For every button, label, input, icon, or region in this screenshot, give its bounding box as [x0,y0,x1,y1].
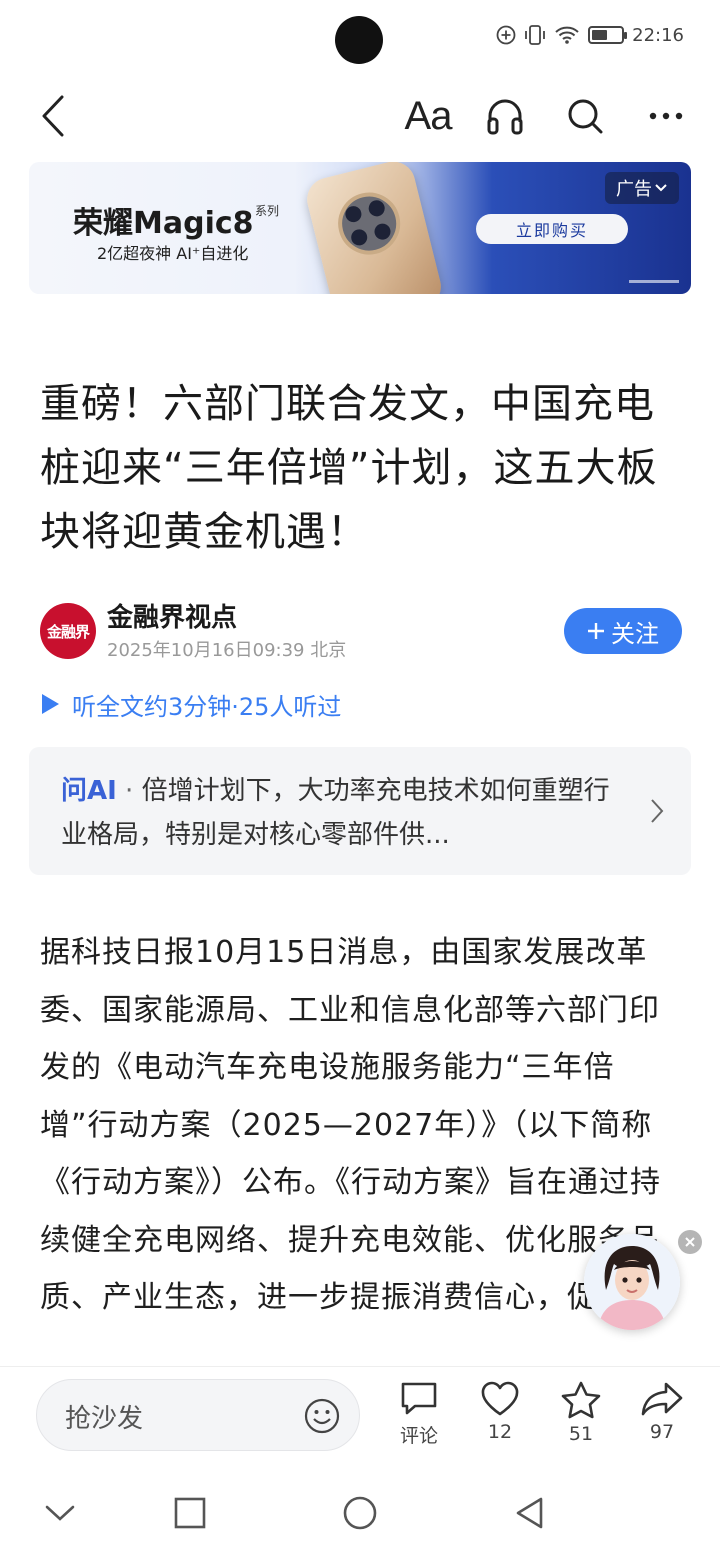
chevron-down-icon [655,184,667,192]
add-circle-icon [496,25,516,45]
bottom-action-bar: 抢沙发 评论 12 51 97 [0,1366,720,1466]
ai-assistant-avatar[interactable] [584,1234,680,1330]
ad-label[interactable]: 广告 [605,172,679,204]
listen-button[interactable] [482,80,528,152]
assistant-avatar-icon [584,1234,680,1330]
share-icon [641,1382,683,1416]
circle-icon [343,1496,377,1530]
follow-button[interactable]: 关注 [564,608,682,654]
ad-slogan: 2亿超夜神 AI⁺自进化 [97,244,249,263]
assistant-close-button[interactable] [678,1230,702,1254]
ask-ai-question: 倍增计划下，大功率充电技术如何重塑行业格局，特别是对核心零部件供... [61,776,610,850]
triangle-back-icon [516,1497,543,1529]
font-size-icon: Aa [404,93,453,138]
nav-recents-button[interactable] [167,1490,213,1536]
search-button[interactable] [562,80,608,152]
square-icon [174,1497,206,1529]
ad-brand: 荣耀Magic8 [73,206,254,241]
front-camera-cutout [335,16,383,64]
author-name[interactable]: 金融界视点 [107,597,237,634]
back-button[interactable] [28,80,78,152]
ad-buy-button[interactable]: 立即购买 [476,214,628,244]
ad-fine-print [629,280,679,283]
system-nav-bar [0,1466,720,1560]
comment-label: 评论 [399,1425,438,1447]
vibrate-icon [525,25,546,45]
comment-button[interactable]: 评论 [384,1381,454,1448]
share-count: 97 [649,1421,675,1443]
article-toolbar: Aa [0,80,720,152]
more-button[interactable] [644,80,688,152]
plus-icon [588,623,604,639]
listen-label: 听全文约3分钟·25人听过 [72,692,342,721]
nav-home-button[interactable] [337,1490,383,1536]
like-button[interactable]: 12 [465,1381,535,1443]
like-count: 12 [487,1421,513,1443]
search-icon [568,99,603,134]
heart-icon [481,1381,519,1416]
battery-icon [588,26,628,44]
ask-ai-separator: · [116,776,142,806]
author-avatar[interactable]: 金融界 [40,603,96,659]
nav-hide-button[interactable] [37,1490,83,1536]
follow-label: 关注 [611,619,659,648]
status-bar: 22:16 [0,0,720,70]
ad-label-text: 广告 [616,179,652,200]
comment-icon [401,1382,437,1415]
article-headline: 重磅！六部门联合发文，中国充电桩迎来“三年倍增”计划，这五大板块将迎黄金机遇！ [40,381,658,555]
ad-banner[interactable]: 荣耀Magic8 系列 2亿超夜神 AI⁺自进化 立即购买 广告 [29,162,691,294]
more-icon [649,112,683,120]
status-indicators: 22:16 [496,22,684,48]
favorite-button[interactable]: 51 [546,1381,616,1445]
share-button[interactable]: 97 [627,1381,697,1443]
headphones-icon [487,99,523,135]
wifi-icon [555,26,579,44]
chevron-right-icon [651,799,664,823]
ad-series: 系列 [255,204,280,218]
ad-phone-image [302,162,446,294]
listen-full-text[interactable]: 听全文约3分钟·25人听过 [40,684,341,724]
ask-ai-tag: 问AI [61,776,117,806]
emoji-icon[interactable] [303,1397,341,1435]
publish-meta: 2025年10月16日09:39 北京 [107,640,347,661]
font-size-button[interactable]: Aa [400,80,456,152]
close-icon [685,1237,695,1247]
play-icon [42,694,59,714]
chevron-down-icon [45,1505,75,1521]
ask-ai-text: 问AI · 倍增计划下，大功率充电技术如何重塑行业格局，特别是对核心零部件供..… [61,769,621,857]
nav-back-button[interactable] [507,1490,553,1536]
ask-ai-card[interactable]: 问AI · 倍增计划下，大功率充电技术如何重塑行业格局，特别是对核心零部件供..… [29,747,691,875]
phone-camera-module [331,186,407,262]
comment-input[interactable]: 抢沙发 [36,1379,360,1451]
back-icon [42,95,64,137]
favorite-count: 51 [568,1423,594,1445]
status-time: 22:16 [632,24,684,46]
comment-placeholder: 抢沙发 [65,1404,144,1434]
star-icon [561,1381,601,1419]
